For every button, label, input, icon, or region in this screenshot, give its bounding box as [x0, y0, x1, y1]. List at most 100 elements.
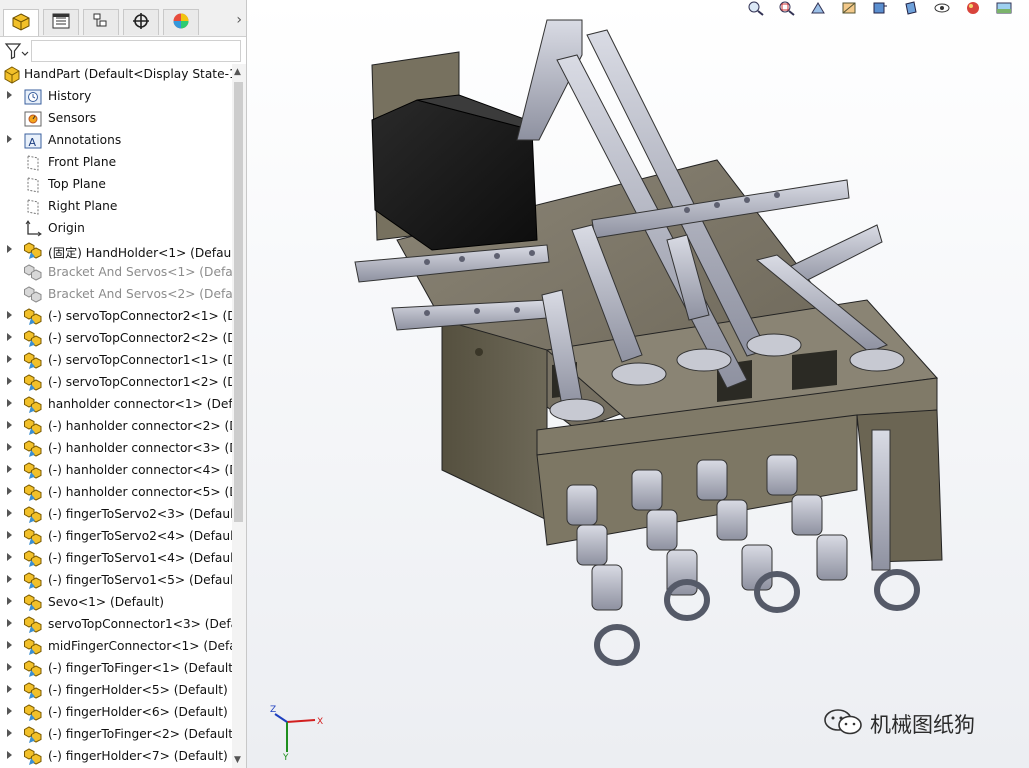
tree-root-item[interactable]: HandPart (Default<Display State-1 [0, 64, 232, 86]
tree-item[interactable]: (固定) HandHolder<1> (Default [0, 240, 232, 262]
tree-item[interactable]: Bracket And Servos<1> (Defau [0, 262, 232, 284]
tree-item-label: midFingerConnector<1> (Defau [48, 639, 232, 653]
expand-arrow-icon[interactable] [7, 597, 12, 605]
triad-y-label: Y [282, 753, 289, 760]
expand-arrow-icon[interactable] [7, 399, 12, 407]
component-icon [24, 704, 42, 722]
expand-arrow-icon[interactable] [7, 663, 12, 671]
tab-property-manager[interactable] [43, 9, 79, 35]
component-icon [24, 682, 42, 700]
tree-item[interactable]: (-) fingerToServo1<4> (Default) [0, 548, 232, 570]
tree-item-label: (-) fingerToServo1<4> (Default) [48, 551, 232, 565]
chevron-right-icon[interactable]: › [236, 12, 242, 28]
tree-item[interactable]: A Annotations [0, 130, 232, 152]
tree-item[interactable]: (-) hanholder connector<3> (De [0, 438, 232, 460]
component-icon [24, 462, 42, 480]
expand-arrow-icon[interactable] [7, 245, 12, 253]
dimxpert-tab-icon [131, 12, 151, 33]
component-icon [24, 528, 42, 546]
expand-arrow-icon[interactable] [7, 641, 12, 649]
tree-item[interactable]: (-) fingerHolder<6> (Default) [0, 702, 232, 724]
expand-arrow-icon[interactable] [7, 377, 12, 385]
tree-item[interactable]: Right Plane [0, 196, 232, 218]
tree-item-label: (-) hanholder connector<3> (De [48, 441, 232, 455]
hand-assembly-model[interactable] [247, 0, 1029, 768]
tree-item[interactable]: (-) fingerToFinger<2> (Default) [0, 724, 232, 746]
tree-item-label: Annotations [48, 133, 122, 147]
expand-arrow-icon[interactable] [7, 311, 12, 319]
tab-configuration-manager[interactable] [83, 9, 119, 35]
expand-arrow-icon[interactable] [7, 751, 12, 759]
expand-arrow-icon[interactable] [7, 355, 12, 363]
expand-arrow-icon[interactable] [7, 333, 12, 341]
tree-item[interactable]: (-) fingerHolder<7> (Default) [0, 746, 232, 768]
tree-item[interactable]: History [0, 86, 232, 108]
scroll-down-icon[interactable]: ▼ [234, 755, 241, 765]
tree-item[interactable]: (-) fingerHolder<5> (Default) [0, 680, 232, 702]
tree-item-label: (-) fingerToServo1<5> (Default) [48, 573, 232, 587]
expand-arrow-icon[interactable] [7, 91, 12, 99]
tree-item[interactable]: (-) fingerToServo1<5> (Default) [0, 570, 232, 592]
expand-arrow-icon[interactable] [7, 619, 12, 627]
tree-item[interactable]: (-) fingerToServo2<4> (Default [0, 526, 232, 548]
component-icon [24, 594, 42, 612]
tree-item-label: (-) hanholder connector<5> (De [48, 485, 232, 499]
tree-item[interactable]: servoTopConnector1<3> (Defa [0, 614, 232, 636]
tree-item-label: (-) hanholder connector<4> (De [48, 463, 232, 477]
tree-item[interactable]: Sensors [0, 108, 232, 130]
tree-item[interactable]: Origin [0, 218, 232, 240]
expand-arrow-icon[interactable] [7, 729, 12, 737]
component-icon [24, 396, 42, 414]
tree-item[interactable]: Sevo<1> (Default) [0, 592, 232, 614]
expand-arrow-icon[interactable] [7, 421, 12, 429]
expand-arrow-icon[interactable] [7, 685, 12, 693]
component-icon [24, 286, 42, 304]
tree-item-label: Top Plane [48, 177, 106, 191]
tree-item[interactable]: midFingerConnector<1> (Defau [0, 636, 232, 658]
tree-item[interactable]: Front Plane [0, 152, 232, 174]
tree-item-label: (-) servoTopConnector2<1> (De [48, 309, 232, 323]
tree-item[interactable]: (-) servoTopConnector1<2> (De [0, 372, 232, 394]
tree-item[interactable]: Top Plane [0, 174, 232, 196]
component-icon [24, 264, 42, 282]
tab-feature-manager[interactable] [3, 9, 39, 36]
component-icon [24, 418, 42, 436]
tab-dimxpert[interactable] [123, 9, 159, 35]
expand-arrow-icon[interactable] [7, 487, 12, 495]
tree-item[interactable]: (-) servoTopConnector2<2> (De [0, 328, 232, 350]
plane-icon [24, 198, 42, 216]
component-icon [24, 638, 42, 656]
expand-arrow-icon[interactable] [7, 509, 12, 517]
tree-item-label: (-) fingerHolder<6> (Default) [48, 705, 228, 719]
expand-arrow-icon[interactable] [7, 575, 12, 583]
tree-item[interactable]: (-) fingerToServo2<3> (Default [0, 504, 232, 526]
component-icon [24, 374, 42, 392]
tree-item-label: (固定) HandHolder<1> (Default [48, 246, 232, 260]
tree-item[interactable]: (-) hanholder connector<4> (De [0, 460, 232, 482]
scroll-thumb[interactable] [234, 82, 243, 522]
tree-item[interactable]: Bracket And Servos<2> (Defau [0, 284, 232, 306]
tree-item-label: (-) fingerHolder<7> (Default) [48, 749, 228, 763]
component-icon [24, 572, 42, 590]
filter-icon[interactable] [4, 41, 30, 61]
feature-tree-filter-input[interactable] [31, 40, 241, 62]
feature-tree-scrollbar[interactable]: ▲ ▼ [232, 64, 246, 768]
tree-item[interactable]: (-) hanholder connector<5> (De [0, 482, 232, 504]
component-icon [24, 506, 42, 524]
expand-arrow-icon[interactable] [7, 135, 12, 143]
tree-item[interactable]: (-) hanholder connector<2> (De [0, 416, 232, 438]
expand-arrow-icon[interactable] [7, 553, 12, 561]
expand-arrow-icon[interactable] [7, 465, 12, 473]
tab-display-manager[interactable] [163, 9, 199, 35]
scroll-up-icon[interactable]: ▲ [234, 67, 241, 77]
component-icon [24, 352, 42, 370]
tree-item[interactable]: (-) servoTopConnector1<1> (De [0, 350, 232, 372]
expand-arrow-icon[interactable] [7, 707, 12, 715]
tree-item[interactable]: hanholder connector<1> (Defa [0, 394, 232, 416]
tree-item[interactable]: (-) servoTopConnector2<1> (De [0, 306, 232, 328]
tree-item-label: Bracket And Servos<1> (Defau [48, 265, 232, 279]
graphics-area[interactable]: X Y Z 机械图纸狗 [247, 0, 1029, 768]
tree-item[interactable]: (-) fingerToFinger<1> (Default) [0, 658, 232, 680]
expand-arrow-icon[interactable] [7, 443, 12, 451]
expand-arrow-icon[interactable] [7, 531, 12, 539]
